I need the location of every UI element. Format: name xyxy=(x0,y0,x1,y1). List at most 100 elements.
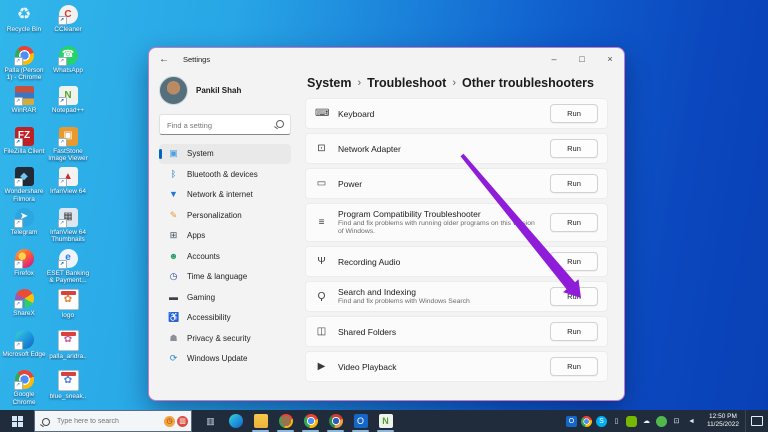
sidebar-item-windows-update[interactable]: ⟳ Windows Update xyxy=(159,349,291,369)
tray-chrome-icon[interactable] xyxy=(580,415,592,427)
desktop-icon-chrome-profile[interactable]: Palla (Person 1) - Chrome xyxy=(2,44,46,85)
run-video-playback-button[interactable]: Run xyxy=(550,357,598,376)
taskbar-clock[interactable]: 12:50 PM 11/25/2022 xyxy=(707,413,739,429)
app-icon xyxy=(13,248,34,269)
minimize-icon[interactable]: – xyxy=(540,48,568,70)
task-view-button[interactable]: ▥ xyxy=(198,410,223,432)
start-button[interactable] xyxy=(0,410,34,432)
breadcrumb-troubleshoot[interactable]: Troubleshoot xyxy=(367,76,446,90)
desktop-icon-blue-file[interactable]: ✿ blue_sneak.. xyxy=(46,368,90,409)
run-search-indexing-button[interactable]: Run xyxy=(550,287,598,306)
accounts-person-icon: ☻ xyxy=(168,250,179,261)
sidebar-item-bluetooth[interactable]: ᛒ Bluetooth & devices xyxy=(159,165,291,185)
tray-nvidia-icon[interactable] xyxy=(625,415,637,427)
run-network-adapter-button[interactable]: Run xyxy=(550,139,598,158)
desktop-icon-sharex[interactable]: ShareX xyxy=(2,287,46,328)
breadcrumb-other-troubleshooters: Other troubleshooters xyxy=(462,76,594,90)
sidebar-item-accounts[interactable]: ☻ Accounts xyxy=(159,247,291,267)
taskbar-file-explorer-button[interactable] xyxy=(248,410,273,432)
back-arrow-icon[interactable]: ← xyxy=(159,54,175,65)
sidebar-item-network[interactable]: ▼ Network & internet xyxy=(159,185,291,205)
row-shared-folders: ◫ Shared Folders Run xyxy=(305,316,608,347)
run-keyboard-button[interactable]: Run xyxy=(550,104,598,123)
close-icon[interactable]: × xyxy=(596,48,624,70)
run-shared-folders-button[interactable]: Run xyxy=(550,322,598,341)
desktop-icon-firefox[interactable]: Firefox xyxy=(2,247,46,288)
sidebar-item-apps[interactable]: ⊞ Apps xyxy=(159,226,291,246)
chrome-profile-icon xyxy=(278,414,293,428)
row-text: Keyboard xyxy=(338,109,382,119)
desktop-icon-eset-banking[interactable]: e ESET Banking & Payment... xyxy=(46,247,90,288)
desktop-icon-edge[interactable]: Microsoft Edge xyxy=(2,328,46,369)
desktop-icon-ccleaner[interactable]: C CCleaner xyxy=(46,3,90,44)
keyboard-icon: ⌨ xyxy=(315,108,330,119)
taskbar-edge-button[interactable] xyxy=(223,410,248,432)
sidebar-item-label: System xyxy=(187,149,214,159)
breadcrumb-system[interactable]: System xyxy=(307,76,351,90)
desktop-icon-recycle-bin[interactable]: ♻ Recycle Bin xyxy=(2,3,46,44)
desktop-icon-telegram[interactable]: ➤ Telegram xyxy=(2,206,46,247)
tray-display-icon[interactable]: ⊡ xyxy=(671,416,682,427)
network-adapter-icon: ⊡ xyxy=(317,143,326,154)
maximize-icon[interactable]: □ xyxy=(568,48,596,70)
desktop-icon-filmora[interactable]: ◆ Wondershare Filmora xyxy=(2,165,46,206)
sidebar-item-personalization[interactable]: ✎ Personalization xyxy=(159,206,291,226)
tray-onedrive-cloud-icon[interactable]: ☁ xyxy=(641,416,652,427)
breadcrumb: System › Troubleshoot › Other troublesho… xyxy=(307,76,608,90)
settings-window: ← Settings – □ × Pankil Shah Find a sett… xyxy=(148,47,625,401)
personalization-pencil-icon: ✎ xyxy=(169,209,178,220)
sidebar-item-system[interactable]: ▣ System xyxy=(159,144,291,164)
desktop-icon-label: Microsoft Edge xyxy=(2,350,46,358)
row-title: Search and Indexing xyxy=(338,287,416,297)
sidebar-item-gaming[interactable]: ▬ Gaming xyxy=(159,288,291,308)
taskbar-search-box: ◷ ▥ xyxy=(34,410,192,432)
taskbar-chrome-2-button[interactable] xyxy=(323,410,348,432)
desktop-icon-irfanview-thumbnails[interactable]: ▦ IrfanView 64 Thumbnails xyxy=(46,206,90,247)
row-video-playback: ▶ Video Playback Run xyxy=(305,351,608,382)
tray-outlook-icon[interactable]: O xyxy=(565,415,577,427)
desktop-icon-winrar[interactable]: WinRAR xyxy=(2,84,46,125)
taskbar-notepadpp-button[interactable]: N xyxy=(373,410,398,432)
row-text: Video Playback xyxy=(338,362,404,372)
sidebar-item-label: Accessibility xyxy=(187,313,231,323)
system-tray: O S ▯ ☁ ⊡ ◄ xyxy=(565,415,697,427)
row-title: Keyboard xyxy=(338,108,375,119)
sidebar-item-label: Personalization xyxy=(187,210,242,220)
sidebar-item-label: Apps xyxy=(187,231,206,241)
tray-antivirus-icon[interactable] xyxy=(655,415,667,427)
run-power-button[interactable]: Run xyxy=(550,174,598,193)
desktop-icon-whatsapp[interactable]: ☎ WhatsApp xyxy=(46,44,90,85)
tray-volume-icon[interactable]: ◄ xyxy=(686,416,697,427)
row-title: Network Adapter xyxy=(338,143,401,154)
taskbar-chrome-button[interactable] xyxy=(298,410,323,432)
sidebar-item-time-language[interactable]: ◷ Time & language xyxy=(159,267,291,287)
action-center-button[interactable] xyxy=(745,410,768,432)
row-text: Recording Audio xyxy=(338,257,408,267)
run-recording-audio-button[interactable]: Run xyxy=(550,252,598,271)
desktop-icon-filezilla[interactable]: FZ FileZilla Client xyxy=(2,125,46,166)
desktop-icon-notepadpp[interactable]: N Notepad++ xyxy=(46,84,90,125)
sidebar-item-label: Accounts xyxy=(187,251,220,261)
taskbar-outlook-button[interactable]: O xyxy=(348,410,373,432)
desktop-icon-chrome[interactable]: Google Chrome xyxy=(2,368,46,409)
user-profile[interactable]: Pankil Shah xyxy=(159,72,291,108)
desktop: ♻ Recycle Bin C CCleaner Palla (Person 1… xyxy=(0,0,768,432)
find-a-setting-input[interactable] xyxy=(160,116,290,135)
tray-clipboard-icon[interactable]: ▯ xyxy=(611,416,622,427)
taskbar-chrome-profile-button[interactable] xyxy=(273,410,298,432)
taskbar-search-input[interactable] xyxy=(55,416,164,426)
tray-skype-icon[interactable]: S xyxy=(595,415,607,427)
sidebar-item-privacy[interactable]: ☗ Privacy & security xyxy=(159,329,291,349)
system-icon: ▣ xyxy=(169,148,178,159)
desktop-icon-label: CCleaner xyxy=(54,26,82,33)
run-program-compatibility-button[interactable]: Run xyxy=(550,213,598,232)
app-icon: e xyxy=(57,248,78,269)
sidebar-item-accessibility[interactable]: ♿ Accessibility xyxy=(159,308,291,328)
microphone-icon: Ψ xyxy=(317,256,326,267)
power-battery-icon: ▭ xyxy=(316,178,327,189)
desktop-icon-irfanview[interactable]: ▲ IrfanView 64 xyxy=(46,165,90,206)
clock-time: 12:50 PM xyxy=(709,413,737,420)
desktop-icon-logo-file[interactable]: ✿ logo xyxy=(46,287,90,328)
desktop-icon-palla-file[interactable]: ✿ palla_aridra.. xyxy=(46,328,90,369)
desktop-icon-faststone[interactable]: ▣ FastStone Image Viewer xyxy=(46,125,90,166)
